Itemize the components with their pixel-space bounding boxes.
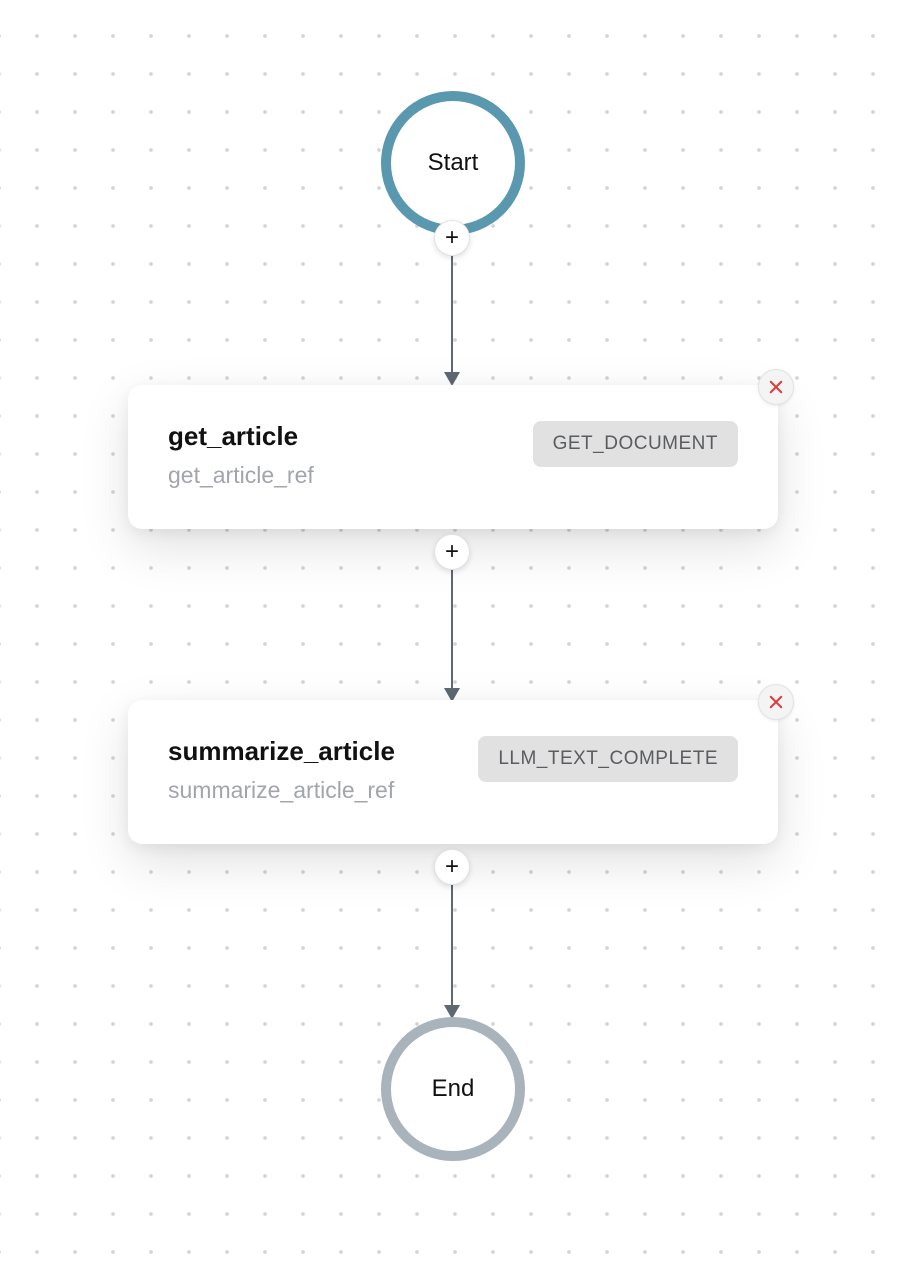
step-ref: summarize_article_ref (168, 777, 395, 804)
connector (451, 885, 453, 1007)
step-type-badge: LLM_TEXT_COMPLETE (478, 736, 738, 782)
end-node[interactable]: End (381, 1017, 525, 1161)
plus-icon: + (445, 538, 459, 566)
connector (451, 570, 453, 690)
plus-icon: + (445, 224, 459, 252)
add-step-button[interactable]: + (434, 534, 470, 570)
flow-canvas[interactable]: Start + get_article get_article_ref GET_… (0, 0, 900, 1265)
step-ref: get_article_ref (168, 462, 314, 489)
connector (451, 256, 453, 375)
end-label: End (432, 1075, 475, 1103)
add-step-button[interactable]: + (434, 220, 470, 256)
step-card-summarize-article[interactable]: summarize_article summarize_article_ref … (128, 700, 778, 844)
arrow-head-icon (444, 372, 460, 386)
step-type-badge: GET_DOCUMENT (533, 421, 738, 467)
plus-icon: + (445, 853, 459, 881)
delete-step-button[interactable] (758, 684, 794, 720)
step-title: get_article (168, 421, 314, 452)
step-title: summarize_article (168, 736, 395, 767)
start-label: Start (428, 149, 479, 177)
delete-step-button[interactable] (758, 369, 794, 405)
close-icon (767, 693, 785, 711)
add-step-button[interactable]: + (434, 849, 470, 885)
start-node[interactable]: Start (381, 91, 525, 235)
step-card-get-article[interactable]: get_article get_article_ref GET_DOCUMENT (128, 385, 778, 529)
close-icon (767, 378, 785, 396)
